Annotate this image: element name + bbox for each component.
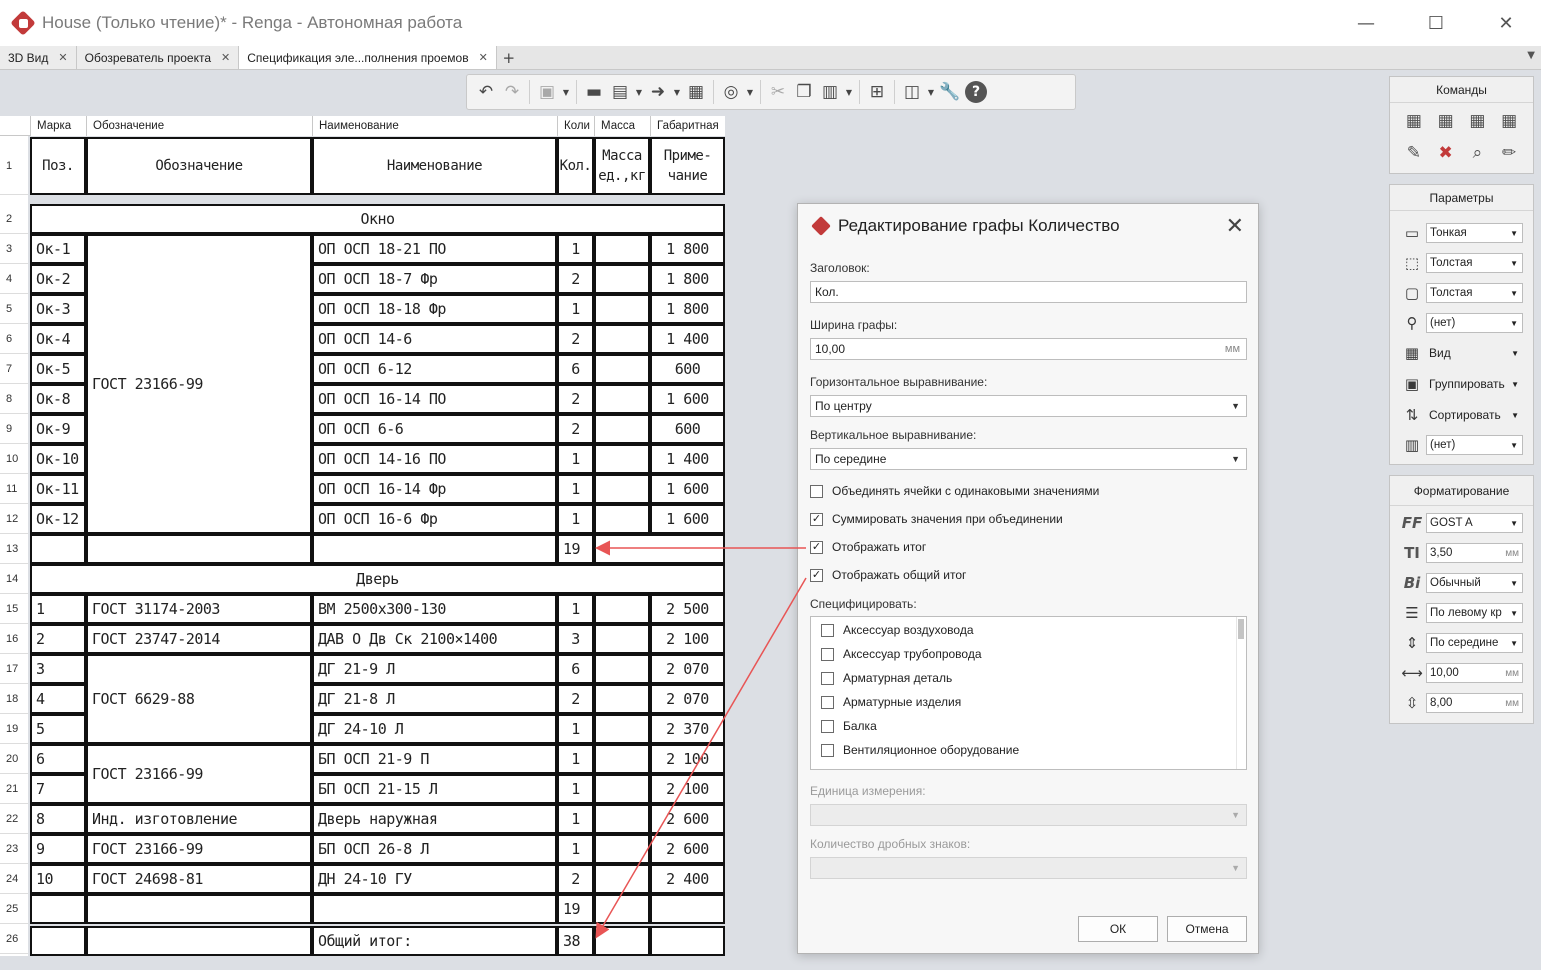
- annotation-arrows: [595, 540, 807, 939]
- arrow-grand-total: [595, 577, 807, 939]
